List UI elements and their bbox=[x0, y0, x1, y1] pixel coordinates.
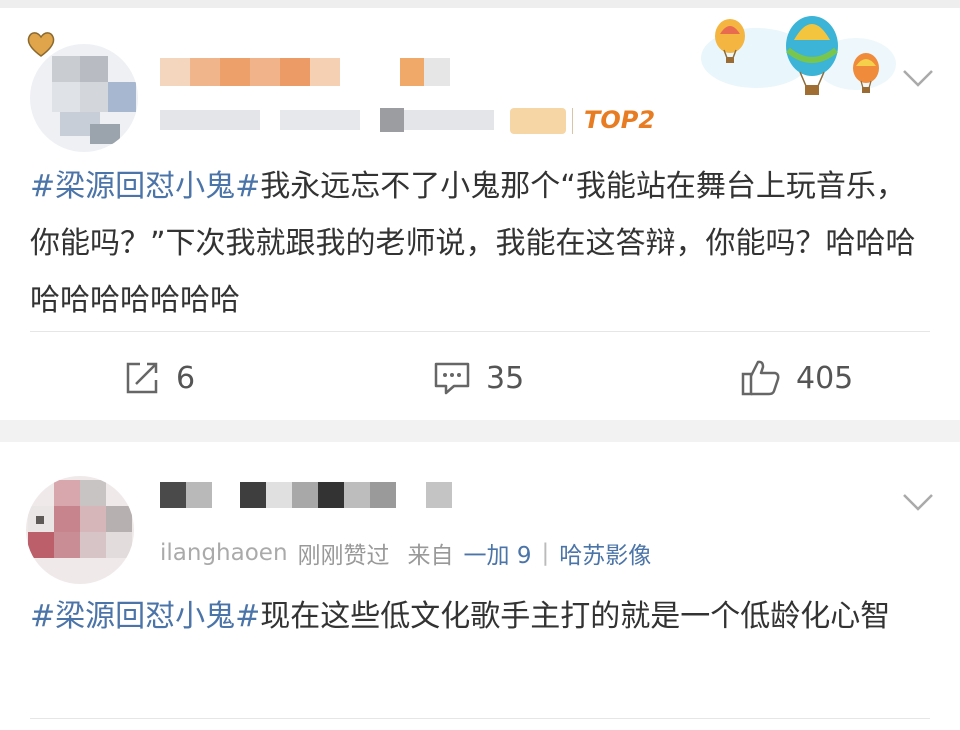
repost-icon bbox=[122, 358, 162, 398]
post-body: #梁源回怼小鬼#我永远忘不了小鬼那个“我能站在舞台上玩音乐，你能吗？”下次我就跟… bbox=[30, 158, 930, 329]
meta-line: ilanghaoen 刚刚赞过 来自 一加 9 | 哈苏影像 bbox=[160, 536, 651, 570]
comment-count: 35 bbox=[486, 360, 525, 396]
username-partial[interactable]: ilanghaoen bbox=[160, 540, 288, 566]
hot-air-balloons-icon bbox=[696, 10, 896, 110]
avatar[interactable] bbox=[26, 476, 134, 584]
chevron-down-icon[interactable] bbox=[898, 58, 938, 98]
divider bbox=[30, 331, 930, 332]
device-source-link[interactable]: 一加 9 bbox=[464, 536, 532, 570]
repost-count: 6 bbox=[176, 360, 196, 396]
post-text: 现在这些低文化歌手主打的就是一个低龄化心智 bbox=[260, 599, 891, 634]
badge-divider bbox=[572, 108, 573, 134]
topic-link[interactable]: #梁源回怼小鬼# bbox=[30, 169, 260, 204]
source-tag-link[interactable]: 哈苏影像 bbox=[559, 536, 651, 570]
post-body: #梁源回怼小鬼#现在这些低文化歌手主打的就是一个低龄化心智 bbox=[30, 592, 930, 642]
source-prefix: 来自 bbox=[407, 543, 454, 569]
post-card-2: ilanghaoen 刚刚赞过 来自 一加 9 | 哈苏影像 #梁源回怼小鬼#现… bbox=[0, 442, 960, 730]
divider bbox=[30, 718, 930, 719]
separator: | bbox=[541, 540, 550, 566]
avatar[interactable] bbox=[30, 44, 138, 152]
top-separator bbox=[0, 0, 960, 8]
comment-button[interactable]: 35 bbox=[432, 351, 524, 405]
comment-icon bbox=[432, 358, 472, 398]
fan-badge-blurred bbox=[510, 108, 566, 134]
post-card-1: TOP2 #梁源回怼小鬼#我永远忘不了小鬼那个“我能站在舞台上玩音乐，你能吗？”… bbox=[0, 8, 960, 420]
like-button[interactable]: 405 bbox=[740, 351, 853, 405]
rank-badge: TOP2 bbox=[584, 106, 656, 134]
meta-blurred bbox=[160, 106, 510, 134]
thumbs-up-icon bbox=[740, 358, 782, 398]
liked-status: 刚刚赞过 bbox=[297, 543, 390, 569]
chevron-down-icon[interactable] bbox=[898, 482, 938, 522]
username-blurred[interactable] bbox=[160, 56, 480, 88]
topic-link[interactable]: #梁源回怼小鬼# bbox=[30, 599, 260, 634]
like-count: 405 bbox=[796, 360, 854, 396]
username-blurred[interactable] bbox=[160, 480, 460, 510]
repost-button[interactable]: 6 bbox=[122, 351, 195, 405]
